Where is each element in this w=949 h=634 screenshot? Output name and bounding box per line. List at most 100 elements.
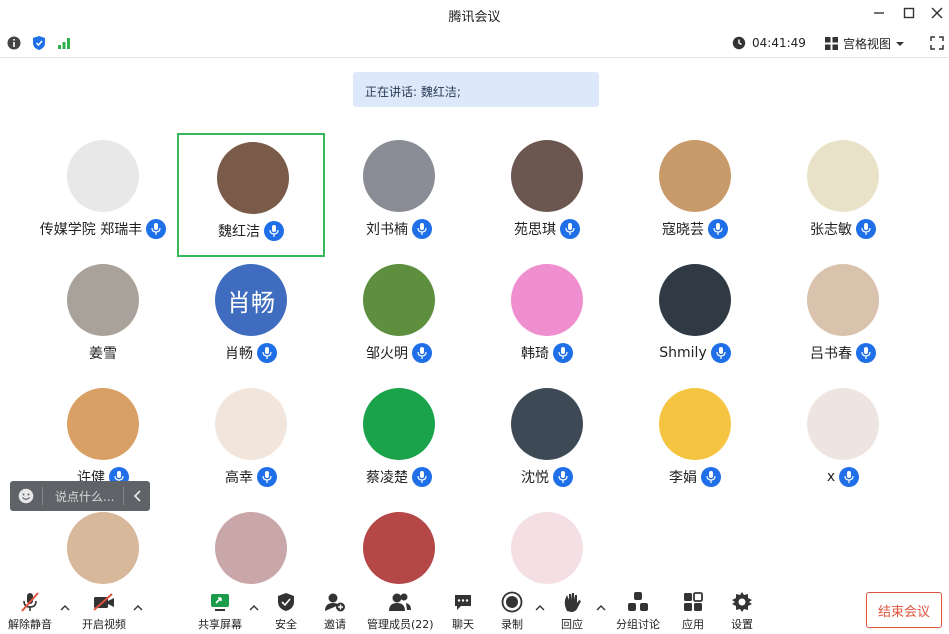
members-icon <box>388 591 412 613</box>
invite-button[interactable]: 邀请 <box>323 591 347 632</box>
share-screen-icon <box>208 591 232 613</box>
shield-icon <box>274 591 298 613</box>
microphone-status-icon <box>839 467 860 487</box>
participant-tile[interactable]: 沈悦 <box>473 381 621 505</box>
apps-button[interactable]: 应用 <box>681 591 705 632</box>
end-meeting-button[interactable]: 结束会议 <box>866 592 942 628</box>
signal-strength-icon[interactable] <box>56 35 72 51</box>
participant-avatar <box>67 388 139 460</box>
microphone-status-icon <box>553 467 573 487</box>
breakout-rooms-label: 分组讨论 <box>616 618 660 631</box>
participant-name: 张志敏 <box>810 222 852 238</box>
share-options-caret-icon[interactable] <box>249 603 259 614</box>
participant-avatar <box>67 140 139 212</box>
participant-tile[interactable]: 李娟 <box>621 381 769 505</box>
security-label: 安全 <box>275 618 297 631</box>
participant-name: 蔡凌楚 <box>366 470 408 486</box>
audio-options-caret-icon[interactable] <box>60 603 70 614</box>
participant-name-row: 苑思琪 <box>473 219 621 239</box>
participant-tile[interactable]: 吕书春 <box>769 257 917 381</box>
reaction-options-caret-icon[interactable] <box>596 603 606 614</box>
view-mode-label: 宫格视图 <box>843 37 892 51</box>
info-icon[interactable] <box>6 35 22 51</box>
participant-tile[interactable]: 苑思琪 <box>473 133 621 257</box>
clock-icon <box>732 36 746 50</box>
microphone-status-icon <box>560 219 580 239</box>
participant-name: 肖畅 <box>225 346 253 362</box>
participant-name: 苑思琪 <box>514 222 556 238</box>
speaking-banner: 正在讲话: 魏红洁; <box>353 72 599 107</box>
caret-down-icon <box>896 41 905 46</box>
participant-avatar <box>363 388 435 460</box>
fullscreen-icon[interactable] <box>929 35 945 51</box>
start-video-label: 开启视频 <box>82 618 126 631</box>
security-shield-icon[interactable] <box>31 35 47 51</box>
participant-avatar <box>217 142 289 214</box>
invite-label: 邀请 <box>324 618 346 631</box>
meeting-toolbar: 解除静音 开启视频 共享屏幕 安全 邀请 管理成员(22) 聊天 录制 回应 分… <box>0 585 949 634</box>
participant-name-row: 刘书楠 <box>325 219 473 239</box>
participant-name: 传媒学院 郑瑞丰 <box>39 222 143 238</box>
window-title: 腾讯会议 <box>448 10 501 25</box>
meeting-clock: 04:41:49 <box>732 36 806 50</box>
record-icon <box>500 591 524 613</box>
participant-tile[interactable]: 高幸 <box>177 381 325 505</box>
share-screen-label: 共享屏幕 <box>198 618 242 631</box>
participant-name-row: x <box>769 467 917 487</box>
microphone-status-icon <box>710 343 731 363</box>
record-button[interactable]: 录制 <box>500 591 524 632</box>
settings-button[interactable]: 设置 <box>730 591 754 632</box>
participant-name: 吕书春 <box>810 346 852 362</box>
collapse-chevron-icon[interactable] <box>124 490 150 502</box>
manage-members-button[interactable]: 管理成员(22) <box>367 591 434 632</box>
participant-tile[interactable]: 韩琦 <box>473 257 621 381</box>
share-screen-button[interactable]: 共享屏幕 <box>198 591 242 632</box>
participant-name-row: 沈悦 <box>473 467 621 487</box>
participant-tile[interactable]: 蔡凌楚 <box>325 381 473 505</box>
participant-tile[interactable]: 寇晓芸 <box>621 133 769 257</box>
participant-tile[interactable]: Shmily <box>621 257 769 381</box>
security-button[interactable]: 安全 <box>274 591 298 632</box>
microphone-status-icon <box>412 343 432 363</box>
chat-button[interactable]: 聊天 <box>451 591 475 632</box>
maximize-icon[interactable] <box>898 4 920 22</box>
emoji-icon[interactable] <box>10 488 42 504</box>
participant-avatar <box>511 388 583 460</box>
participant-name-row: 肖畅 <box>177 343 325 363</box>
participant-avatar <box>659 388 731 460</box>
record-options-caret-icon[interactable] <box>535 603 545 614</box>
close-icon[interactable] <box>926 4 948 22</box>
participant-name: 李娟 <box>669 470 697 486</box>
participant-tile[interactable]: x <box>769 381 917 505</box>
chat-input[interactable]: 说点什么... <box>43 488 123 505</box>
view-mode-selector[interactable]: 宫格视图 <box>825 35 905 52</box>
microphone-muted-icon <box>18 591 42 613</box>
participant-tile[interactable]: 张志敏 <box>769 133 917 257</box>
participant-avatar <box>363 140 435 212</box>
participant-avatar <box>807 140 879 212</box>
minimize-icon[interactable] <box>868 4 890 22</box>
add-user-icon <box>323 591 347 613</box>
breakout-rooms-button[interactable]: 分组讨论 <box>616 591 660 632</box>
participant-tile[interactable]: 姜雪 <box>29 257 177 381</box>
participant-avatar <box>215 512 287 584</box>
participant-name-row: 吕书春 <box>769 343 917 363</box>
start-video-button[interactable]: 开启视频 <box>82 591 126 632</box>
participant-name-row: 高幸 <box>177 467 325 487</box>
participant-tile[interactable]: 刘书楠 <box>325 133 473 257</box>
participant-tile[interactable]: 魏红洁 <box>177 133 325 257</box>
participant-name: x <box>826 469 836 485</box>
unmute-button[interactable]: 解除静音 <box>8 591 52 632</box>
reaction-button[interactable]: 回应 <box>560 591 584 632</box>
participant-avatar <box>659 140 731 212</box>
video-options-caret-icon[interactable] <box>133 603 143 614</box>
participant-avatar <box>363 264 435 336</box>
chat-quick-bar[interactable]: 说点什么... <box>10 481 150 511</box>
apps-label: 应用 <box>682 618 704 631</box>
camera-off-icon <box>92 591 116 613</box>
participant-name-row: 邹火明 <box>325 343 473 363</box>
microphone-status-icon <box>856 219 876 239</box>
participant-tile[interactable]: 邹火明 <box>325 257 473 381</box>
participant-tile[interactable]: 传媒学院 郑瑞丰 <box>29 133 177 257</box>
participant-tile[interactable]: 肖畅 肖畅 <box>177 257 325 381</box>
